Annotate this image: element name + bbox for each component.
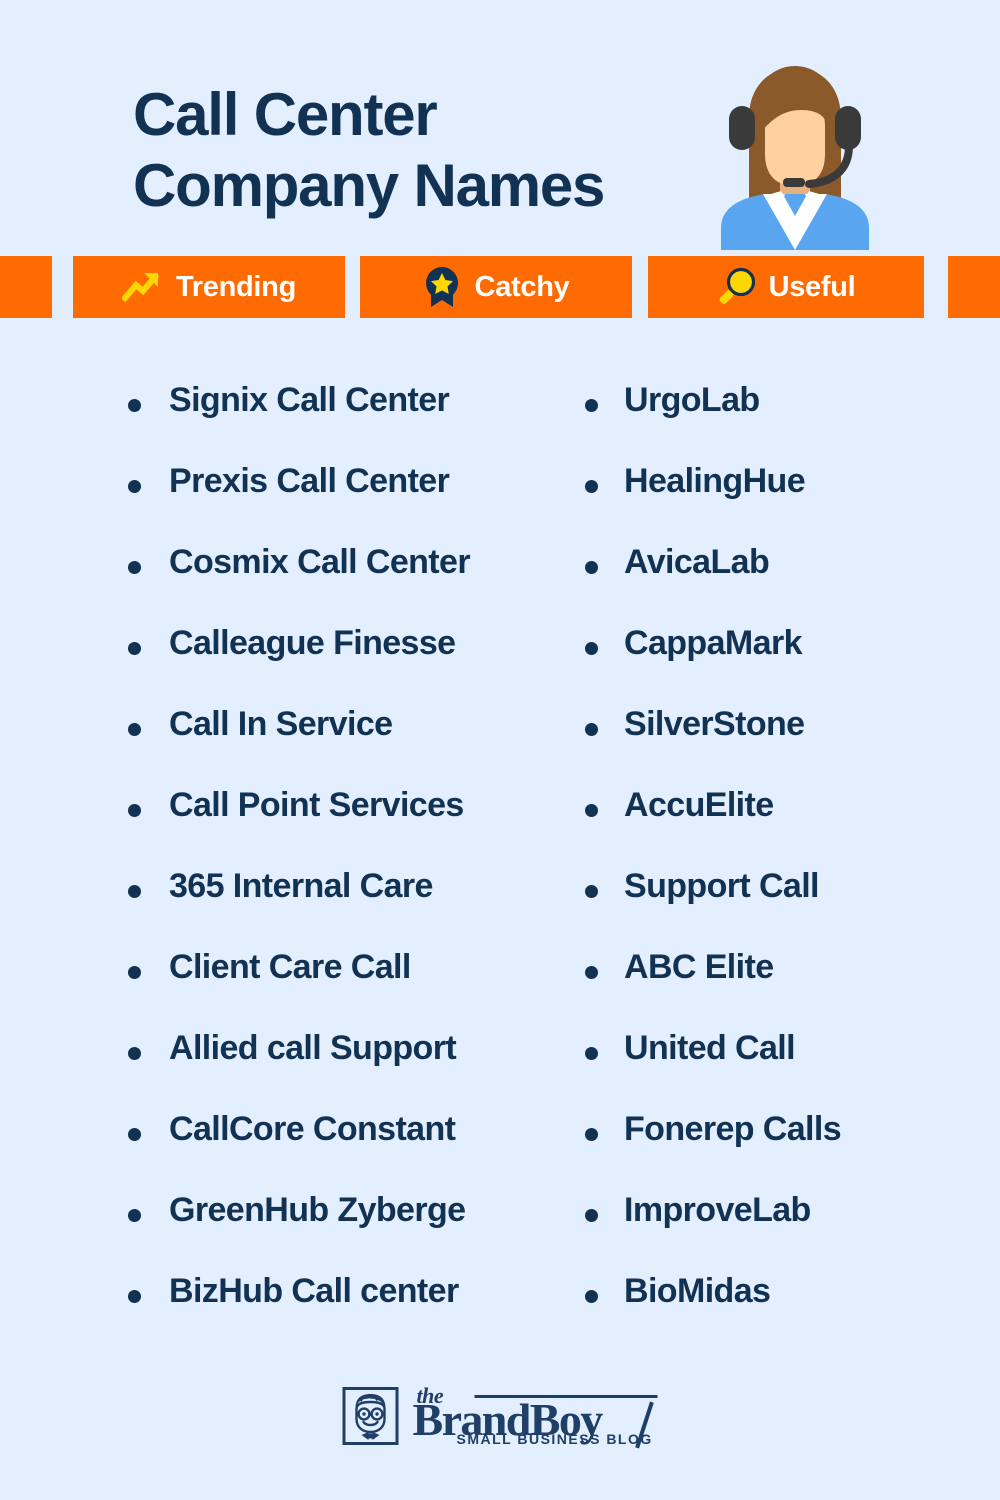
list-item-label: Cosmix Call Center: [169, 543, 471, 581]
call-center-agent-illustration: [705, 58, 885, 250]
list-item[interactable]: Calleague Finesse: [128, 624, 568, 706]
list-item-label: Prexis Call Center: [169, 462, 450, 500]
list-item-label: GreenHub Zyberge: [169, 1191, 466, 1229]
badge-trending-label: Trending: [175, 270, 297, 303]
list-item[interactable]: BioMidas: [585, 1272, 985, 1354]
badge-useful[interactable]: Useful: [648, 256, 924, 318]
list-item-label: Call In Service: [169, 705, 393, 743]
bullet-icon: [128, 480, 141, 493]
list-item[interactable]: Client Care Call: [128, 948, 568, 1030]
bullet-icon: [128, 804, 141, 817]
list-item[interactable]: Call Point Services: [128, 786, 568, 868]
list-item-label: Support Call: [624, 867, 820, 905]
badge-catchy[interactable]: Catchy: [360, 256, 632, 318]
list-item-label: BioMidas: [624, 1272, 771, 1310]
list-item[interactable]: SilverStone: [585, 705, 985, 787]
badge-bar-left-cap: [0, 256, 52, 318]
list-item-label: United Call: [624, 1029, 796, 1067]
page-title: Call Center Company Names: [133, 80, 733, 222]
bullet-icon: [128, 399, 141, 412]
trending-up-arrow-icon: [121, 270, 162, 304]
bullet-icon: [585, 1290, 598, 1303]
list-item[interactable]: Signix Call Center: [128, 381, 568, 463]
list-item-label: Signix Call Center: [169, 381, 450, 419]
infographic-page: Call Center Company Names Trending Catch…: [0, 0, 1000, 1500]
bullet-icon: [585, 1128, 598, 1141]
list-item[interactable]: UrgoLab: [585, 381, 985, 463]
list-item[interactable]: ABC Elite: [585, 948, 985, 1030]
magnifying-glass-icon: [717, 267, 755, 307]
list-item-label: Calleague Finesse: [169, 624, 456, 662]
list-item[interactable]: Call In Service: [128, 705, 568, 787]
bullet-icon: [585, 885, 598, 898]
list-item-label: SilverStone: [624, 705, 805, 743]
bullet-icon: [128, 885, 141, 898]
brandboy-wordmark: the BrandBoy SMALL BUSINESS BLOG: [413, 1383, 658, 1449]
page-title-line-2: Company Names: [133, 151, 605, 219]
bullet-icon: [128, 561, 141, 574]
badge-catchy-label: Catchy: [474, 270, 570, 303]
list-item-label: Call Point Services: [169, 786, 464, 824]
bullet-icon: [128, 966, 141, 979]
badge-bar: Trending Catchy Useful: [0, 256, 1000, 318]
bullet-icon: [128, 642, 141, 655]
list-item[interactable]: AccuElite: [585, 786, 985, 868]
list-item[interactable]: CallCore Constant: [128, 1110, 568, 1192]
list-item[interactable]: AvicaLab: [585, 543, 985, 625]
bullet-icon: [585, 966, 598, 979]
bullet-icon: [128, 1209, 141, 1222]
header: Call Center Company Names: [0, 0, 1000, 250]
list-item-label: Fonerep Calls: [624, 1110, 842, 1148]
list-item-label: ABC Elite: [624, 948, 774, 986]
list-item-label: HealingHue: [624, 462, 806, 500]
bullet-icon: [585, 561, 598, 574]
list-item-label: ImproveLab: [624, 1191, 811, 1229]
bullet-icon: [585, 480, 598, 493]
list-item[interactable]: Support Call: [585, 867, 985, 949]
list-item-label: 365 Internal Care: [169, 867, 433, 905]
bullet-icon: [128, 723, 141, 736]
list-item[interactable]: GreenHub Zyberge: [128, 1191, 568, 1273]
list-item[interactable]: CappaMark: [585, 624, 985, 706]
badge-useful-label: Useful: [768, 270, 856, 303]
bullet-icon: [585, 723, 598, 736]
names-column-left: Signix Call Center Prexis Call Center Co…: [128, 381, 568, 1354]
names-column-right: UrgoLab HealingHue AvicaLab CappaMark Si…: [585, 381, 985, 1354]
list-item[interactable]: BizHub Call center: [128, 1272, 568, 1354]
list-item[interactable]: Prexis Call Center: [128, 462, 568, 544]
brandboy-logo[interactable]: the BrandBoy SMALL BUSINESS BLOG: [342, 1383, 658, 1449]
bullet-icon: [585, 399, 598, 412]
list-item-label: Allied call Support: [169, 1029, 457, 1067]
bullet-icon: [585, 804, 598, 817]
list-item-label: AvicaLab: [624, 543, 770, 581]
list-item[interactable]: Fonerep Calls: [585, 1110, 985, 1192]
list-item[interactable]: 365 Internal Care: [128, 867, 568, 949]
names-lists: Signix Call Center Prexis Call Center Co…: [0, 381, 1000, 1362]
bullet-icon: [585, 642, 598, 655]
list-item-label: CallCore Constant: [169, 1110, 456, 1148]
logo-tagline: SMALL BUSINESS BLOG: [456, 1431, 653, 1447]
bullet-icon: [585, 1047, 598, 1060]
badge-bar-right-cap: [948, 256, 1000, 318]
list-item-label: AccuElite: [624, 786, 774, 824]
list-item-label: UrgoLab: [624, 381, 760, 419]
list-item-label: BizHub Call center: [169, 1272, 459, 1310]
list-item[interactable]: HealingHue: [585, 462, 985, 544]
bullet-icon: [128, 1047, 141, 1060]
footer: the BrandBoy SMALL BUSINESS BLOG: [0, 1383, 1000, 1485]
list-item[interactable]: Allied call Support: [128, 1029, 568, 1111]
list-item-label: CappaMark: [624, 624, 802, 662]
list-item-label: Client Care Call: [169, 948, 411, 986]
award-ribbon-star-icon: [423, 266, 461, 308]
list-item[interactable]: United Call: [585, 1029, 985, 1111]
bullet-icon: [128, 1290, 141, 1303]
bullet-icon: [585, 1209, 598, 1222]
brandboy-face-icon: [342, 1387, 399, 1445]
bullet-icon: [128, 1128, 141, 1141]
badge-trending[interactable]: Trending: [73, 256, 345, 318]
list-item[interactable]: ImproveLab: [585, 1191, 985, 1273]
list-item[interactable]: Cosmix Call Center: [128, 543, 568, 625]
page-title-line-1: Call Center: [133, 81, 438, 148]
